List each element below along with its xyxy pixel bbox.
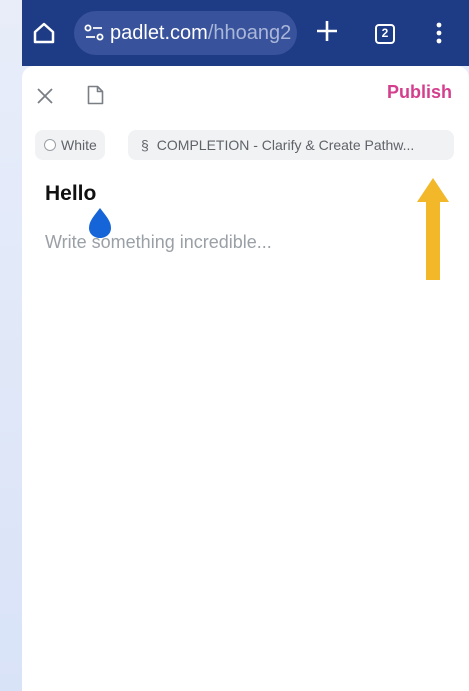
section-icon: § (141, 137, 149, 153)
close-icon[interactable] (36, 87, 54, 105)
color-chip-label: White (61, 137, 97, 153)
home-icon[interactable] (32, 21, 56, 45)
tabs-icon[interactable]: 2 (375, 24, 395, 44)
new-tab-plus-icon[interactable] (316, 20, 338, 42)
section-chip[interactable]: § COMPLETION - Clarify & Create Pathw... (128, 130, 454, 160)
color-swatch-icon (44, 139, 56, 151)
page-left-edge (0, 0, 22, 691)
more-menu-icon[interactable] (436, 22, 442, 44)
section-chip-label: COMPLETION - Clarify & Create Pathw... (156, 137, 415, 153)
annotation-arrow-icon (417, 178, 449, 280)
address-bar[interactable]: padlet.com/hhoang2 (74, 11, 297, 55)
post-composer-sheet: Publish White § COMPLETION - Clarify & Cr… (22, 66, 469, 691)
url-text: padlet.com/hhoang2 (110, 21, 291, 45)
post-color-chip[interactable]: White (35, 130, 105, 160)
site-settings-icon[interactable] (84, 24, 104, 42)
browser-toolbar: padlet.com/hhoang2 2 (22, 0, 469, 66)
attachment-doc-icon[interactable] (87, 85, 104, 105)
text-caret-handle-icon[interactable] (86, 206, 114, 240)
post-body-field[interactable]: Write something incredible... (45, 232, 272, 253)
post-title-field[interactable]: Hello (45, 182, 96, 206)
url-domain: padlet.com (110, 22, 208, 44)
publish-button[interactable]: Publish (387, 82, 452, 103)
url-path: /hhoang2 (207, 22, 292, 44)
